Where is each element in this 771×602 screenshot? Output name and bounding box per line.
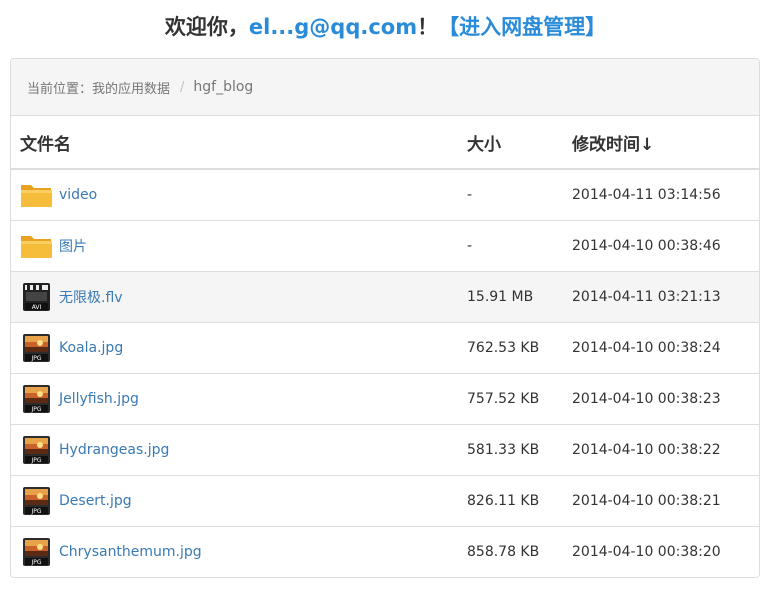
welcome-header: 欢迎你，el...g@qq.com！【进入网盘管理】 xyxy=(0,10,771,44)
avi-file-icon: AVI xyxy=(20,282,53,312)
file-name-link[interactable]: Jellyfish.jpg xyxy=(59,391,139,407)
file-name-cell: 图片 xyxy=(11,220,467,272)
file-size: 826.11 KB xyxy=(467,475,572,527)
file-name-link[interactable]: Hydrangeas.jpg xyxy=(59,442,169,458)
file-modified-time: 2014-04-10 00:38:46 xyxy=(572,220,759,272)
jpg-file-icon: JPG xyxy=(20,435,53,465)
svg-text:JPG: JPG xyxy=(30,508,41,515)
folder-icon xyxy=(20,231,53,261)
column-header-filename[interactable]: 文件名 xyxy=(11,116,467,170)
jpg-file-icon: JPG xyxy=(20,486,53,516)
table-row[interactable]: JPG Hydrangeas.jpg 581.33 KB 2014-04-10 00:… xyxy=(11,424,759,476)
file-modified-time: 2014-04-10 00:38:22 xyxy=(572,424,759,476)
table-row[interactable]: JPG Jellyfish.jpg 757.52 KB 2014-04-10 00:3… xyxy=(11,373,759,425)
file-modified-time: 2014-04-11 03:21:13 xyxy=(572,271,759,323)
file-size: 581.33 KB xyxy=(467,424,572,476)
welcome-prefix: 欢迎你， xyxy=(164,15,249,39)
file-table-body: video -2014-04-11 03:14:56 图片 -2014-04-10 0… xyxy=(11,169,759,577)
breadcrumb-separator: / xyxy=(180,79,185,95)
file-size: 15.91 MB xyxy=(467,271,572,323)
table-row[interactable]: video - 2014-04-11 03:14:56 xyxy=(11,169,759,221)
file-size: - xyxy=(467,220,572,272)
table-row[interactable]: AVI 无限极.flv 15.91 MB 2014-04-11 03:21:13 xyxy=(11,271,759,323)
jpg-file-icon: JPG xyxy=(20,384,53,414)
file-name-cell: JPG Koala.jpg xyxy=(11,322,467,374)
manage-netdisk-link[interactable]: 【进入网盘管理】 xyxy=(438,15,606,39)
jpg-file-icon: JPG xyxy=(20,537,53,567)
column-header-modified[interactable]: 修改时间↓ xyxy=(572,116,759,170)
file-name-cell: JPG Chrysanthemum.jpg xyxy=(11,526,467,577)
file-name-link[interactable]: video xyxy=(59,187,97,203)
breadcrumb: 当前位置：我的应用数据 / hgf_blog xyxy=(11,59,759,116)
file-name-cell: AVI 无限极.flv xyxy=(11,271,467,323)
file-table: 文件名 大小 修改时间↓ video - 2014-04-11 03:14:56 图片… xyxy=(11,116,759,577)
file-name-link[interactable]: Desert.jpg xyxy=(59,493,132,509)
table-row[interactable]: JPG Desert.jpg 826.11 KB 2014-04-10 00:38:2… xyxy=(11,475,759,527)
breadcrumb-label[interactable]: 当前位置：我的应用数据 xyxy=(27,78,170,97)
table-row[interactable]: JPG Koala.jpg 762.53 KB 2014-04-10 00:38:24 xyxy=(11,322,759,374)
table-row[interactable]: JPG Chrysanthemum.jpg 858.78 KB 2014-04-10 … xyxy=(11,526,759,577)
file-name-cell: JPG Hydrangeas.jpg xyxy=(11,424,467,476)
file-panel: 当前位置：我的应用数据 / hgf_blog 文件名 大小 修改时间↓ vide… xyxy=(10,58,760,578)
file-modified-time: 2014-04-10 00:38:24 xyxy=(572,322,759,374)
file-modified-time: 2014-04-10 00:38:20 xyxy=(572,526,759,577)
file-name-link[interactable]: Chrysanthemum.jpg xyxy=(59,544,202,560)
svg-text:JPG: JPG xyxy=(30,457,41,464)
file-modified-time: 2014-04-11 03:14:56 xyxy=(572,187,721,203)
file-name-cell: JPG Desert.jpg xyxy=(11,475,467,527)
svg-text:JPG: JPG xyxy=(30,559,41,566)
folder-icon xyxy=(20,180,53,210)
table-row[interactable]: 图片 -2014-04-10 00:38:46 xyxy=(11,220,759,272)
table-header-row: 文件名 大小 修改时间↓ xyxy=(11,116,759,170)
file-size: 757.52 KB xyxy=(467,373,572,425)
file-size: - xyxy=(467,187,473,203)
svg-text:JPG: JPG xyxy=(30,355,41,362)
file-size: 858.78 KB xyxy=(467,526,572,577)
welcome-suffix: ！ xyxy=(417,15,439,39)
column-header-size[interactable]: 大小 xyxy=(467,116,572,170)
breadcrumb-current: hgf_blog xyxy=(193,79,254,95)
file-name-cell: video xyxy=(11,169,467,221)
file-name-link[interactable]: Koala.jpg xyxy=(59,340,123,356)
file-size: 762.53 KB xyxy=(467,322,572,374)
file-name-cell: JPG Jellyfish.jpg xyxy=(11,373,467,425)
user-email: el...g@qq.com xyxy=(248,15,418,39)
file-name-link[interactable]: 图片 xyxy=(59,236,87,256)
file-modified-time: 2014-04-10 00:38:23 xyxy=(572,373,759,425)
jpg-file-icon: JPG xyxy=(20,333,53,363)
svg-text:AVI: AVI xyxy=(32,304,42,311)
svg-text:JPG: JPG xyxy=(30,406,41,413)
file-name-link[interactable]: 无限极.flv xyxy=(59,287,123,307)
file-modified-time: 2014-04-10 00:38:21 xyxy=(572,475,759,527)
